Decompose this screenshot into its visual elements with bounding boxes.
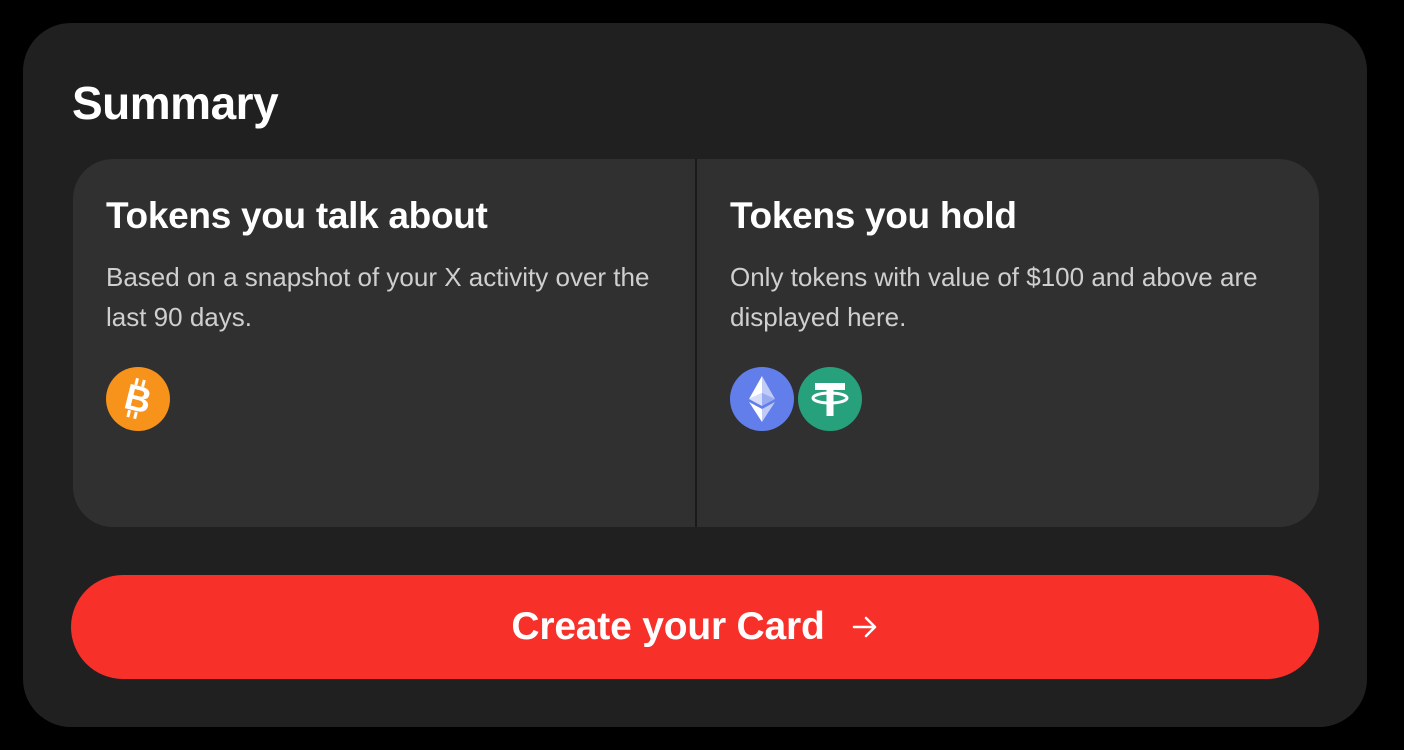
talk-panel-description: Based on a snapshot of your X activity o… [106,262,650,332]
hold-panel: Tokens you hold Only tokens with value o… [695,159,1319,527]
arrow-right-icon [851,613,879,641]
hold-panel-title: Tokens you hold [730,195,1017,236]
bitcoin-icon: B [106,367,170,431]
create-card-button[interactable]: Create your Card [71,575,1319,679]
token-panels: Tokens you talk about Based on a snapsho… [73,159,1319,527]
hold-token-list [730,367,862,431]
summary-title: Summary [72,77,279,129]
ethereum-icon [730,367,794,431]
tether-icon [798,367,862,431]
talk-panel: Tokens you talk about Based on a snapsho… [73,159,695,527]
create-card-label: Create your Card [511,605,825,648]
hold-panel-description: Only tokens with value of $100 and above… [730,262,1258,332]
summary-card: Summary Tokens you talk about Based on a… [23,23,1367,727]
svg-text:B: B [121,375,156,421]
talk-token-list: B [106,367,170,431]
talk-panel-title: Tokens you talk about [106,195,488,236]
